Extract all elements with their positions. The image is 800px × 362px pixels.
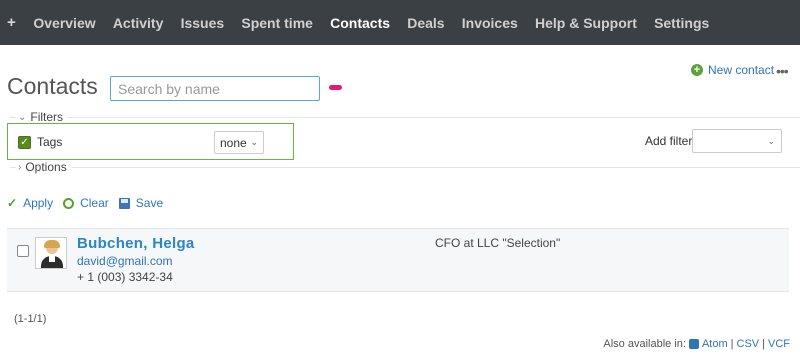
- avatar[interactable]: [35, 237, 67, 269]
- contact-select-checkbox[interactable]: [17, 245, 29, 257]
- tags-operator-select[interactable]: none ⌄: [214, 131, 264, 154]
- menu-item-activity[interactable]: Activity: [104, 15, 172, 31]
- reload-icon: [63, 197, 75, 209]
- menu-item-deals[interactable]: Deals: [399, 15, 454, 31]
- pagination-count: (1-1/1): [14, 313, 47, 325]
- top-menu: + Overview Activity Issues Spent time Co…: [0, 0, 800, 45]
- options-legend-label: Options: [25, 160, 67, 174]
- options-divider: [10, 167, 800, 168]
- new-contact-link[interactable]: + New contact: [691, 63, 774, 77]
- add-filter-label: Add filter: [645, 134, 693, 148]
- chevron-right-icon: ›: [18, 161, 22, 173]
- filters-divider: [10, 117, 800, 118]
- save-icon: [118, 197, 130, 209]
- chevron-down-icon: ⌄: [767, 136, 775, 146]
- query-actions: ✓ Apply Clear Save: [7, 196, 173, 210]
- csv-link[interactable]: CSV: [737, 338, 760, 350]
- menu-item-contacts[interactable]: Contacts: [322, 15, 399, 31]
- export-formats: Also available in: Atom | CSV | VCF: [603, 338, 790, 350]
- vcf-link[interactable]: VCF: [768, 338, 790, 350]
- new-contact-label: New contact: [708, 63, 775, 77]
- add-icon: +: [691, 64, 703, 76]
- page-title: Contacts: [7, 73, 98, 99]
- apply-label: Apply: [23, 196, 54, 210]
- loading-indicator: [329, 85, 342, 90]
- feed-icon: [688, 339, 699, 349]
- menu-item-help-support[interactable]: Help & Support: [526, 15, 645, 31]
- search-input[interactable]: [110, 76, 320, 101]
- atom-link[interactable]: Atom: [702, 338, 728, 350]
- clear-label: Clear: [80, 196, 109, 210]
- contact-name-link[interactable]: Bubchen, Helga: [77, 235, 195, 252]
- chevron-down-icon: ⌄: [250, 137, 258, 147]
- tags-filter-label: Tags: [37, 135, 63, 149]
- tags-operator-value: none: [220, 135, 247, 150]
- contact-job-title: CFO at LLC "Selection": [435, 236, 561, 250]
- more-actions-icon[interactable]: •••: [776, 63, 789, 79]
- contact-email-link[interactable]: david@gmail.com: [77, 254, 173, 268]
- separator: |: [730, 338, 734, 350]
- new-object-plus-icon[interactable]: +: [0, 14, 25, 31]
- menu-item-overview[interactable]: Overview: [25, 15, 104, 31]
- filters-legend[interactable]: ⌄ Filters: [16, 110, 68, 124]
- filters-legend-label: Filters: [30, 110, 64, 124]
- contact-phone: + 1 (003) 3342-34: [77, 270, 173, 284]
- menu-item-settings[interactable]: Settings: [645, 15, 717, 31]
- contact-row: Bubchen, Helga david@gmail.com + 1 (003)…: [7, 228, 789, 292]
- save-button[interactable]: Save: [118, 196, 164, 210]
- add-filter-select[interactable]: ⌄: [692, 129, 782, 153]
- checkmark-icon: ✓: [7, 196, 18, 210]
- tags-filter-checkbox[interactable]: ✓: [18, 136, 31, 149]
- menu-item-issues[interactable]: Issues: [172, 15, 233, 31]
- separator: |: [762, 338, 765, 350]
- menu-item-invoices[interactable]: Invoices: [453, 15, 526, 31]
- also-available-label: Also available in:: [603, 338, 686, 350]
- apply-button[interactable]: ✓ Apply: [7, 196, 53, 210]
- tag-filter-row: ✓ Tags none ⌄: [7, 123, 294, 160]
- clear-button[interactable]: Clear: [63, 196, 109, 210]
- save-label: Save: [135, 196, 164, 210]
- menu-item-spent-time[interactable]: Spent time: [233, 15, 322, 31]
- options-legend[interactable]: › Options: [16, 160, 71, 174]
- chevron-down-icon: ⌄: [18, 111, 27, 123]
